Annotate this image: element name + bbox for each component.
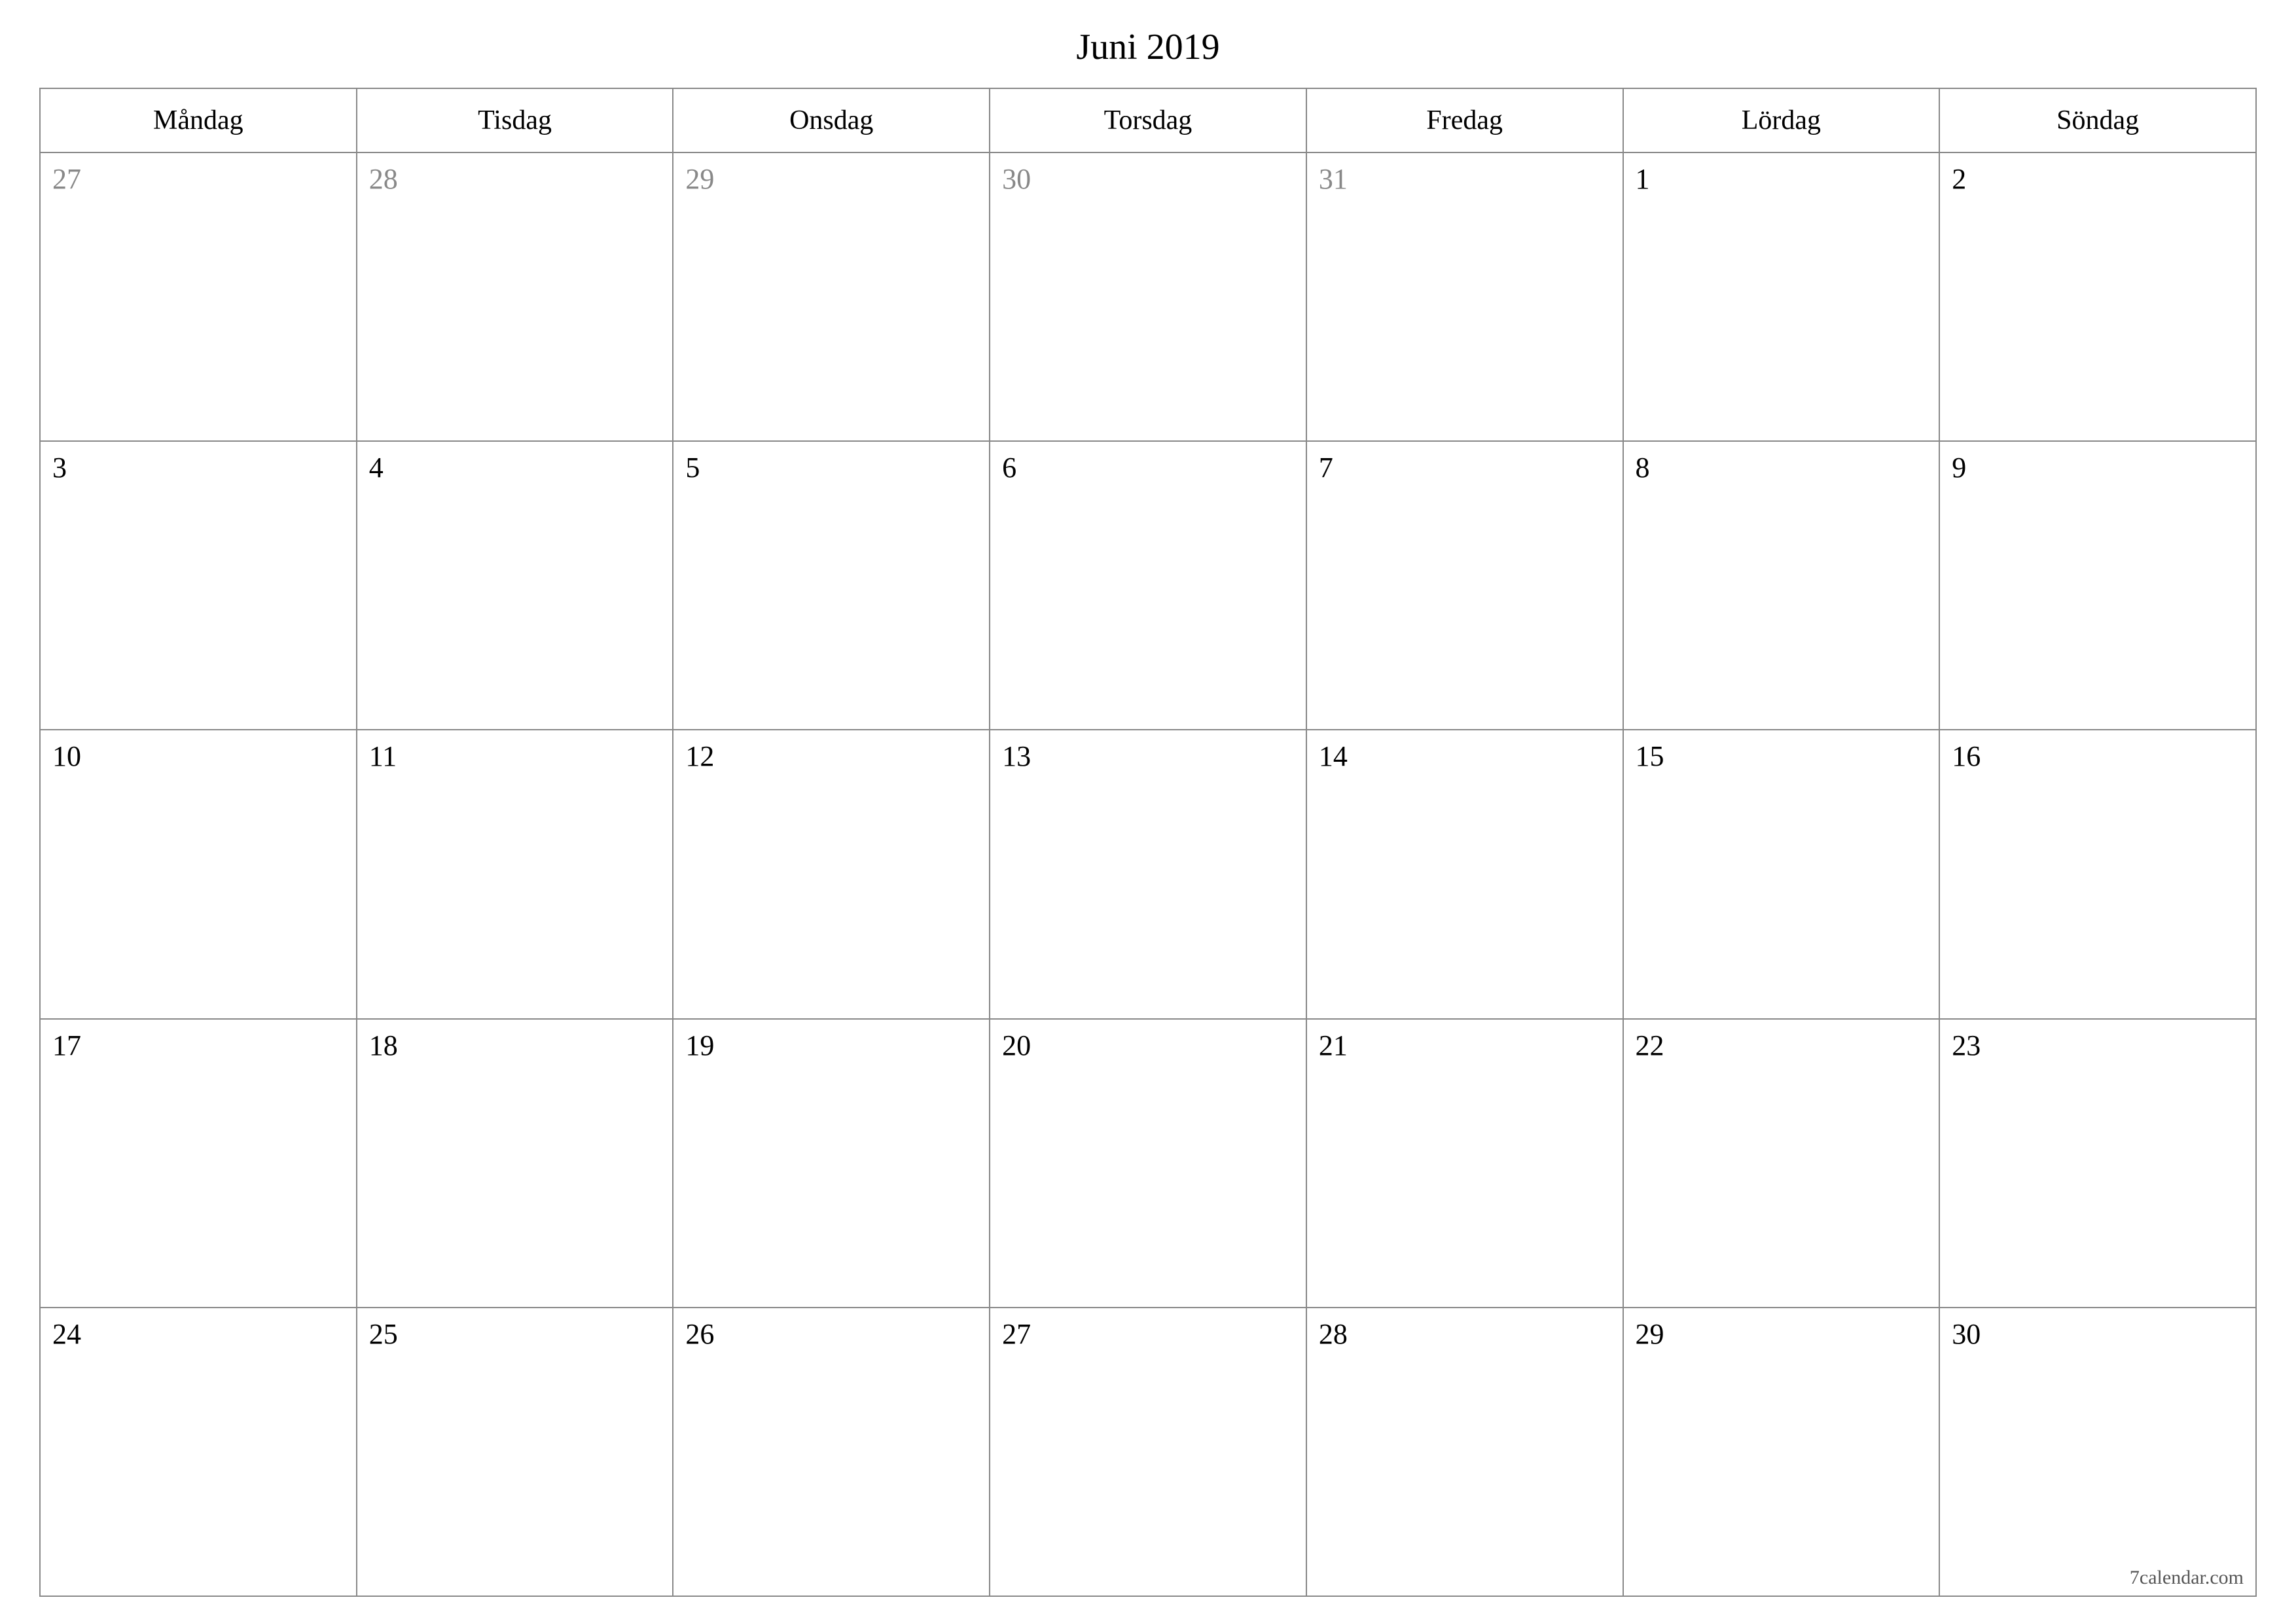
footer-credit: 7calendar.com <box>2130 1567 2244 1589</box>
calendar-day-cell: 11 <box>357 730 673 1018</box>
day-number: 20 <box>1002 1029 1031 1061</box>
calendar-day-cell: 27 <box>40 152 357 441</box>
day-number: 21 <box>1319 1029 1348 1061</box>
calendar-day-cell: 25 <box>357 1308 673 1596</box>
day-number: 24 <box>52 1318 81 1350</box>
calendar-day-cell: 20 <box>990 1019 1306 1308</box>
day-number: 7 <box>1319 452 1333 484</box>
weekday-header: Fredag <box>1306 88 1623 152</box>
day-number: 30 <box>1952 1318 1981 1350</box>
calendar-title: Juni 2019 <box>39 26 2257 68</box>
weekday-header: Tisdag <box>357 88 673 152</box>
calendar-day-cell: 28 <box>357 152 673 441</box>
calendar-week-row: 27 28 29 30 31 1 2 <box>40 152 2256 441</box>
day-number: 16 <box>1952 740 1981 772</box>
day-number: 29 <box>1636 1318 1664 1350</box>
day-number: 9 <box>1952 452 1966 484</box>
calendar-day-cell: 29 <box>673 152 990 441</box>
weekday-header: Söndag <box>1939 88 2256 152</box>
day-number: 22 <box>1636 1029 1664 1061</box>
calendar-day-cell: 22 <box>1623 1019 1940 1308</box>
calendar-day-cell: 19 <box>673 1019 990 1308</box>
calendar-day-cell: 10 <box>40 730 357 1018</box>
day-number: 11 <box>369 740 397 772</box>
weekday-header: Lördag <box>1623 88 1940 152</box>
day-number: 3 <box>52 452 67 484</box>
calendar-week-row: 3 4 5 6 7 8 9 <box>40 441 2256 730</box>
weekday-header: Torsdag <box>990 88 1306 152</box>
day-number: 12 <box>685 740 714 772</box>
weekday-header-row: Måndag Tisdag Onsdag Torsdag Fredag Lörd… <box>40 88 2256 152</box>
day-number: 23 <box>1952 1029 1981 1061</box>
calendar-day-cell: 16 <box>1939 730 2256 1018</box>
day-number: 28 <box>369 163 398 195</box>
calendar-header: Måndag Tisdag Onsdag Torsdag Fredag Lörd… <box>40 88 2256 152</box>
day-number: 4 <box>369 452 384 484</box>
calendar-day-cell: 26 <box>673 1308 990 1596</box>
day-number: 25 <box>369 1318 398 1350</box>
calendar-day-cell: 14 <box>1306 730 1623 1018</box>
day-number: 8 <box>1636 452 1650 484</box>
calendar-day-cell: 28 <box>1306 1308 1623 1596</box>
calendar-day-cell: 29 <box>1623 1308 1940 1596</box>
day-number: 1 <box>1636 163 1650 195</box>
calendar-day-cell: 9 <box>1939 441 2256 730</box>
calendar-day-cell: 24 <box>40 1308 357 1596</box>
day-number: 26 <box>685 1318 714 1350</box>
calendar-day-cell: 27 <box>990 1308 1306 1596</box>
calendar-day-cell: 8 <box>1623 441 1940 730</box>
calendar-day-cell: 31 <box>1306 152 1623 441</box>
day-number: 28 <box>1319 1318 1348 1350</box>
day-number: 18 <box>369 1029 398 1061</box>
weekday-header: Onsdag <box>673 88 990 152</box>
day-number: 6 <box>1002 452 1016 484</box>
day-number: 2 <box>1952 163 1966 195</box>
calendar-day-cell: 5 <box>673 441 990 730</box>
day-number: 19 <box>685 1029 714 1061</box>
calendar-day-cell: 21 <box>1306 1019 1623 1308</box>
calendar-day-cell: 30 <box>990 152 1306 441</box>
calendar-day-cell: 17 <box>40 1019 357 1308</box>
day-number: 10 <box>52 740 81 772</box>
calendar-week-row: 17 18 19 20 21 22 23 <box>40 1019 2256 1308</box>
day-number: 29 <box>685 163 714 195</box>
day-number: 15 <box>1636 740 1664 772</box>
calendar-day-cell: 3 <box>40 441 357 730</box>
calendar-day-cell: 18 <box>357 1019 673 1308</box>
calendar-day-cell: 15 <box>1623 730 1940 1018</box>
day-number: 27 <box>52 163 81 195</box>
calendar-day-cell: 2 <box>1939 152 2256 441</box>
calendar-day-cell: 1 <box>1623 152 1940 441</box>
day-number: 30 <box>1002 163 1031 195</box>
calendar-day-cell: 7 <box>1306 441 1623 730</box>
calendar-day-cell: 4 <box>357 441 673 730</box>
day-number: 14 <box>1319 740 1348 772</box>
calendar-day-cell: 12 <box>673 730 990 1018</box>
day-number: 31 <box>1319 163 1348 195</box>
calendar-day-cell: 23 <box>1939 1019 2256 1308</box>
calendar-week-row: 24 25 26 27 28 29 30 7calendar.com <box>40 1308 2256 1596</box>
calendar-day-cell: 6 <box>990 441 1306 730</box>
calendar-day-cell: 13 <box>990 730 1306 1018</box>
day-number: 27 <box>1002 1318 1031 1350</box>
day-number: 5 <box>685 452 700 484</box>
calendar-container: Juni 2019 Måndag Tisdag Onsdag Torsdag F… <box>39 26 2257 1597</box>
calendar-day-cell: 30 7calendar.com <box>1939 1308 2256 1596</box>
day-number: 13 <box>1002 740 1031 772</box>
calendar-table: Måndag Tisdag Onsdag Torsdag Fredag Lörd… <box>39 88 2257 1597</box>
calendar-week-row: 10 11 12 13 14 15 16 <box>40 730 2256 1018</box>
calendar-body: 2728293031123456789101112131415161718192… <box>40 152 2256 1596</box>
day-number: 17 <box>52 1029 81 1061</box>
weekday-header: Måndag <box>40 88 357 152</box>
